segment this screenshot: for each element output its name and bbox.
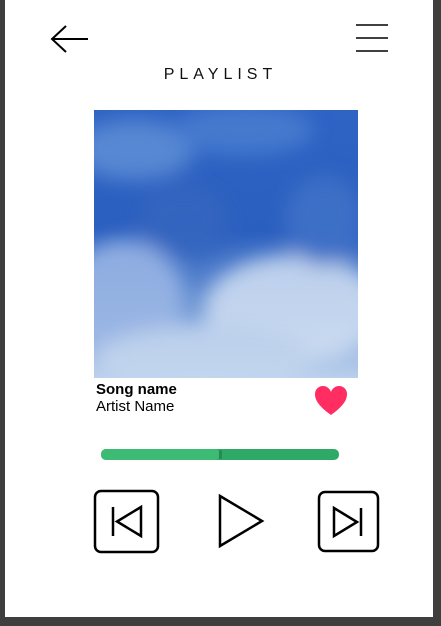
- album-art: [94, 110, 358, 378]
- heart-icon: [315, 386, 347, 415]
- progress-fill: [101, 449, 220, 460]
- skip-previous-icon: [93, 489, 160, 554]
- song-name: Song name: [96, 381, 177, 398]
- play-button[interactable]: [210, 488, 270, 554]
- menu-button[interactable]: [350, 20, 392, 58]
- page-title: PLAYLIST: [163, 66, 278, 83]
- artist-name: Artist Name: [96, 398, 175, 415]
- arrow-left-icon: [50, 25, 88, 53]
- skip-next-icon: [317, 490, 380, 553]
- progress-bar[interactable]: [101, 449, 339, 460]
- play-icon: [218, 493, 265, 549]
- favorite-button[interactable]: [312, 384, 350, 418]
- progress-thumb[interactable]: [218, 450, 222, 459]
- next-button[interactable]: [317, 490, 380, 553]
- hamburger-menu-icon: [356, 24, 388, 52]
- previous-button[interactable]: [93, 489, 160, 554]
- back-button[interactable]: [46, 22, 92, 56]
